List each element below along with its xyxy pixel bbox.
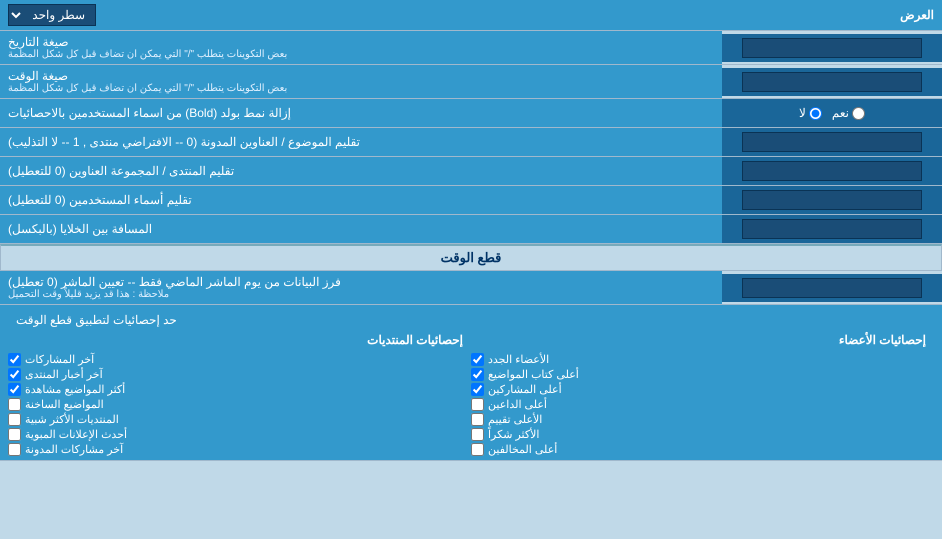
forum-news-checkbox[interactable] xyxy=(8,368,21,381)
forum-titles-input-cell: 33 xyxy=(722,157,942,185)
top-participants-checkbox[interactable] xyxy=(471,383,484,396)
topic-titles-input[interactable]: 33 xyxy=(742,132,922,152)
bold-no-radio[interactable] xyxy=(809,107,822,120)
checkbox-most-similar: المنتديات الأكثر شبية xyxy=(8,413,463,426)
bold-remove-row: نعم لا إزالة نمط بولد (Bold) من اسماء ال… xyxy=(0,99,942,128)
date-format-row: d-m صيغة التاريخ بعض التكوينات يتطلب "/"… xyxy=(0,31,942,65)
bold-no-label[interactable]: لا xyxy=(799,106,822,120)
top-rated-checkbox[interactable] xyxy=(471,413,484,426)
checkbox-most-thanked: الأكثر شكراً xyxy=(471,428,926,441)
checkbox-blog-posts: آخر مشاركات المدونة xyxy=(8,443,463,456)
date-format-input[interactable]: d-m xyxy=(742,38,922,58)
date-format-label: صيغة التاريخ بعض التكوينات يتطلب "/" الت… xyxy=(0,31,722,64)
date-format-input-cell: d-m xyxy=(722,34,942,62)
checkbox-top-violators: أعلى المخالفين xyxy=(471,443,926,456)
top-inviters-checkbox[interactable] xyxy=(471,398,484,411)
header-row: العرض سطر واحدسطرينثلاثة أسطر xyxy=(0,0,942,31)
checkbox-top-participants: أعلى المشاركين xyxy=(471,383,926,396)
cell-spacing-row: 2 المسافة بين الخلايا (بالبكسل) xyxy=(0,215,942,244)
time-cut-row: 0 فرز البيانات من يوم الماشر الماضي فقط … xyxy=(0,271,942,305)
forum-stats-col: إحصائيات المنتديات آخر المشاركات آخر أخب… xyxy=(8,333,463,456)
bold-yes-label[interactable]: نعم xyxy=(832,106,865,120)
topic-titles-label: تقليم الموضوع / العناوين المدونة (0 -- ا… xyxy=(0,128,722,156)
user-names-input[interactable]: 0 xyxy=(742,190,922,210)
time-cut-input-cell: 0 xyxy=(722,274,942,302)
checkbox-latest-announcements: أحدث الإعلانات المبوية xyxy=(8,428,463,441)
member-stats-col: إحصائيات الأعضاء الأعضاء الجدد أعلى كتاب… xyxy=(471,333,926,456)
checkbox-top-inviters: أعلى الداعين xyxy=(471,398,926,411)
page-title: العرض xyxy=(900,8,934,22)
checkbox-new-members: الأعضاء الجدد xyxy=(471,353,926,366)
checkbox-hot-topics: المواضيع الساخنة xyxy=(8,398,463,411)
time-format-input-cell: H:i xyxy=(722,68,942,96)
cell-spacing-input[interactable]: 2 xyxy=(742,219,922,239)
checkbox-most-viewed: أكثر المواضيع مشاهدة xyxy=(8,383,463,396)
display-select[interactable]: سطر واحدسطرينثلاثة أسطر xyxy=(8,4,96,26)
user-names-label: تقليم أسماء المستخدمين (0 للتعطيل) xyxy=(0,186,722,214)
time-format-row: H:i صيغة الوقت بعض التكوينات يتطلب "/" ا… xyxy=(0,65,942,99)
most-similar-checkbox[interactable] xyxy=(8,413,21,426)
new-members-checkbox[interactable] xyxy=(471,353,484,366)
time-cut-label: فرز البيانات من يوم الماشر الماضي فقط --… xyxy=(0,271,722,304)
bold-remove-label: إزالة نمط بولد (Bold) من اسماء المستخدمي… xyxy=(0,99,722,127)
top-writers-checkbox[interactable] xyxy=(471,368,484,381)
time-format-input[interactable]: H:i xyxy=(742,72,922,92)
checkbox-forum-news: آخر أخبار المنتدى xyxy=(8,368,463,381)
forum-stats-header: إحصائيات المنتديات xyxy=(8,333,463,347)
blog-posts-checkbox[interactable] xyxy=(8,443,21,456)
stats-limit-label: حد إحصائيات لتطبيق قطع الوقت xyxy=(8,309,934,331)
time-cut-input[interactable]: 0 xyxy=(742,278,922,298)
user-names-input-cell: 0 xyxy=(722,186,942,214)
member-stats-header: إحصائيات الأعضاء xyxy=(471,333,926,347)
bold-yes-radio[interactable] xyxy=(852,107,865,120)
forum-titles-label: تقليم المنتدى / المجموعة العناوين (0 للت… xyxy=(0,157,722,185)
most-thanked-checkbox[interactable] xyxy=(471,428,484,441)
hot-topics-checkbox[interactable] xyxy=(8,398,21,411)
last-posts-checkbox[interactable] xyxy=(8,353,21,366)
cell-spacing-input-cell: 2 xyxy=(722,215,942,243)
time-section-header: قطع الوقت xyxy=(0,244,942,271)
top-violators-checkbox[interactable] xyxy=(471,443,484,456)
topic-titles-input-cell: 33 xyxy=(722,128,942,156)
topic-titles-row: 33 تقليم الموضوع / العناوين المدونة (0 -… xyxy=(0,128,942,157)
most-viewed-checkbox[interactable] xyxy=(8,383,21,396)
forum-titles-row: 33 تقليم المنتدى / المجموعة العناوين (0 … xyxy=(0,157,942,186)
time-format-label: صيغة الوقت بعض التكوينات يتطلب "/" التي … xyxy=(0,65,722,98)
checkbox-top-writers: أعلى كتاب المواضيع xyxy=(471,368,926,381)
forum-titles-input[interactable]: 33 xyxy=(742,161,922,181)
checkbox-top-rated: الأعلى تقييم xyxy=(471,413,926,426)
user-names-row: 0 تقليم أسماء المستخدمين (0 للتعطيل) xyxy=(0,186,942,215)
latest-announcements-checkbox[interactable] xyxy=(8,428,21,441)
cell-spacing-label: المسافة بين الخلايا (بالبكسل) xyxy=(0,215,722,243)
bold-remove-radio-cell: نعم لا xyxy=(722,99,942,127)
checkboxes-section: حد إحصائيات لتطبيق قطع الوقت إحصائيات ال… xyxy=(0,305,942,461)
checkbox-last-posts: آخر المشاركات xyxy=(8,353,463,366)
